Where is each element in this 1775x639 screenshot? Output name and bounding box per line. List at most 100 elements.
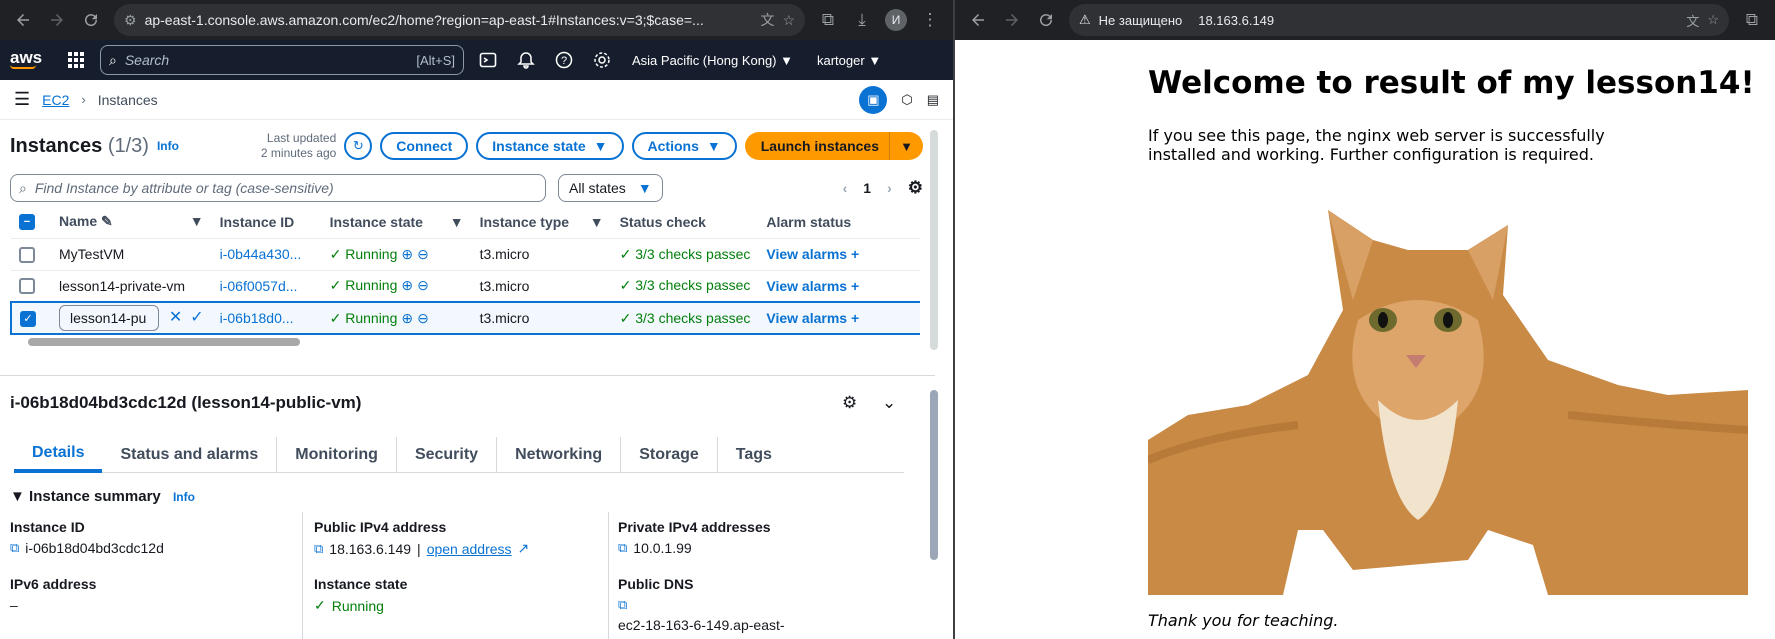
zoom-in-icon[interactable]: ⊕: [401, 277, 413, 293]
col-instance-type[interactable]: Instance type ▼: [471, 206, 612, 239]
view-alarms-link[interactable]: View alarms: [766, 246, 847, 262]
zoom-out-icon[interactable]: ⊖: [417, 310, 429, 326]
actions-dropdown[interactable]: Actions ▼: [631, 132, 737, 160]
summary-info-link[interactable]: Info: [173, 490, 195, 504]
cloudshell-icon[interactable]: [474, 46, 502, 74]
instance-id-link[interactable]: i-0b44a430...: [211, 238, 322, 271]
list-vertical-scrollbar[interactable]: [930, 130, 938, 350]
settings-gear-icon[interactable]: [588, 46, 616, 74]
split-divider[interactable]: [0, 375, 935, 376]
row-checkbox[interactable]: ✓: [20, 310, 36, 327]
tab-storage[interactable]: Storage: [621, 436, 718, 473]
launch-dropdown-button[interactable]: ▼: [889, 132, 923, 160]
instance-id-link[interactable]: i-06b18d0...: [211, 301, 322, 335]
row-checkbox[interactable]: [19, 278, 35, 295]
launch-instances-button[interactable]: Launch instances: [744, 132, 895, 160]
col-alarm-status[interactable]: Alarm status: [758, 206, 920, 239]
region-selector[interactable]: Asia Pacific (Hong Kong) ▼: [632, 53, 793, 68]
copy-icon[interactable]: ⧉: [314, 541, 323, 557]
col-instance-state[interactable]: Instance state ▼: [321, 206, 472, 239]
back-icon[interactable]: [963, 5, 993, 35]
site-info-icon[interactable]: ⚙: [124, 12, 137, 29]
states-select[interactable]: All states ▼: [558, 174, 663, 202]
tab-security[interactable]: Security: [397, 436, 498, 473]
collapse-details-icon[interactable]: ⌄: [882, 393, 896, 413]
zoom-out-icon[interactable]: ⊖: [417, 246, 429, 262]
address-bar[interactable]: ⚠ Не защищено 18.163.6.149 文 ☆: [1069, 4, 1729, 36]
tab-tags[interactable]: Tags: [718, 437, 790, 473]
reload-icon[interactable]: [1031, 5, 1061, 35]
instance-filter-input[interactable]: ⌕ Find Instance by attribute or tag (cas…: [10, 174, 546, 202]
download-icon[interactable]: ⤓: [847, 5, 877, 35]
zoom-out-icon[interactable]: ⊖: [417, 277, 429, 293]
table-row[interactable]: MyTestVM i-0b44a430... ✓ Running ⊕ ⊖ t3.mi…: [11, 238, 920, 271]
tab-networking[interactable]: Networking: [497, 436, 622, 473]
forward-icon[interactable]: [42, 5, 72, 35]
address-bar[interactable]: ⚙ ap-east-1.console.aws.amazon.com/ec2/h…: [114, 4, 805, 36]
view-alarms-link[interactable]: View alarms: [766, 310, 847, 326]
services-grid-icon[interactable]: [62, 46, 90, 74]
copy-icon[interactable]: ⧉: [618, 540, 627, 556]
notifications-panel-icon[interactable]: ⬡: [901, 92, 912, 108]
open-address-link[interactable]: open address: [427, 541, 512, 557]
panel-layout-icon[interactable]: ▣: [859, 85, 888, 114]
extensions-icon[interactable]: ⧉: [1737, 5, 1767, 35]
details-vertical-scrollbar[interactable]: [930, 390, 938, 560]
col-name[interactable]: Name ✎ ▼: [51, 206, 212, 239]
help-icon[interactable]: ?: [550, 46, 578, 74]
tab-details[interactable]: Details: [14, 437, 103, 473]
name-edit-input[interactable]: lesson14-pu: [59, 305, 159, 331]
connect-button[interactable]: Connect: [380, 132, 469, 160]
select-all-checkbox[interactable]: −: [19, 214, 35, 231]
add-alarm-icon[interactable]: +: [851, 246, 859, 262]
add-alarm-icon[interactable]: +: [851, 310, 859, 326]
zoom-in-icon[interactable]: ⊕: [401, 310, 413, 326]
refresh-button[interactable]: ↻: [344, 132, 373, 160]
forward-icon[interactable]: [997, 5, 1027, 35]
notifications-bell-icon[interactable]: [512, 46, 540, 74]
prev-page-icon[interactable]: ‹: [843, 180, 848, 196]
confirm-edit-icon[interactable]: ✓: [190, 309, 203, 326]
hamburger-menu-icon[interactable]: ☰: [14, 89, 30, 110]
account-menu[interactable]: kartoger ▼: [817, 53, 881, 68]
copy-icon[interactable]: ⧉: [618, 597, 627, 613]
nginx-page: Welcome to result of my lesson14! If you…: [955, 40, 1775, 639]
breadcrumb-ec2[interactable]: EC2: [42, 92, 69, 108]
tab-status-and-alarms[interactable]: Status and alarms: [102, 436, 278, 473]
col-status-check[interactable]: Status check: [611, 206, 759, 239]
translate-icon[interactable]: 文: [1686, 11, 1699, 30]
row-checkbox[interactable]: [19, 246, 35, 263]
instance-id-link[interactable]: i-06f0057d...: [211, 270, 322, 303]
table-row[interactable]: lesson14-private-vm i-06f0057d... ✓ Runn…: [11, 270, 920, 303]
profile-avatar[interactable]: И: [885, 9, 907, 31]
aws-search-input[interactable]: ⌕ Search [Alt+S]: [100, 45, 464, 75]
table-row-selected[interactable]: ✓ lesson14-pu ✕ ✓ i-06b18d0... ✓ Running…: [10, 301, 920, 335]
tab-monitoring[interactable]: Monitoring: [277, 436, 397, 473]
back-icon[interactable]: [8, 5, 38, 35]
bookmark-star-icon[interactable]: ☆: [782, 12, 795, 29]
warning-icon[interactable]: ⚠: [1079, 12, 1091, 28]
info-link[interactable]: Info: [157, 139, 179, 153]
reload-icon[interactable]: [76, 5, 106, 35]
extensions-icon[interactable]: ⧉: [813, 5, 843, 35]
details-settings-icon[interactable]: ⚙: [842, 393, 857, 413]
bookmark-star-icon[interactable]: ☆: [1707, 12, 1719, 28]
menu-kebab-icon[interactable]: ⋮: [915, 5, 945, 35]
instance-summary-header[interactable]: ▼ Instance summary Info: [10, 488, 195, 505]
preferences-panel-icon[interactable]: ▤: [927, 92, 939, 108]
translate-icon[interactable]: 文: [760, 10, 774, 30]
add-alarm-icon[interactable]: +: [851, 278, 859, 294]
instance-state-dropdown[interactable]: Instance state ▼: [476, 132, 624, 160]
copy-icon[interactable]: ⧉: [10, 540, 19, 556]
view-alarms-link[interactable]: View alarms: [766, 278, 847, 294]
chevron-right-icon: ›: [81, 92, 86, 107]
external-link-icon[interactable]: ↗: [518, 540, 530, 557]
table-horizontal-scrollbar[interactable]: [28, 338, 300, 346]
next-page-icon[interactable]: ›: [887, 180, 892, 196]
cancel-edit-icon[interactable]: ✕: [169, 309, 182, 326]
zoom-in-icon[interactable]: ⊕: [401, 246, 413, 262]
col-instance-id[interactable]: Instance ID: [211, 206, 322, 239]
page-number[interactable]: 1: [863, 180, 871, 196]
table-settings-icon[interactable]: ⚙: [908, 178, 923, 198]
aws-logo[interactable]: aws: [10, 49, 52, 69]
